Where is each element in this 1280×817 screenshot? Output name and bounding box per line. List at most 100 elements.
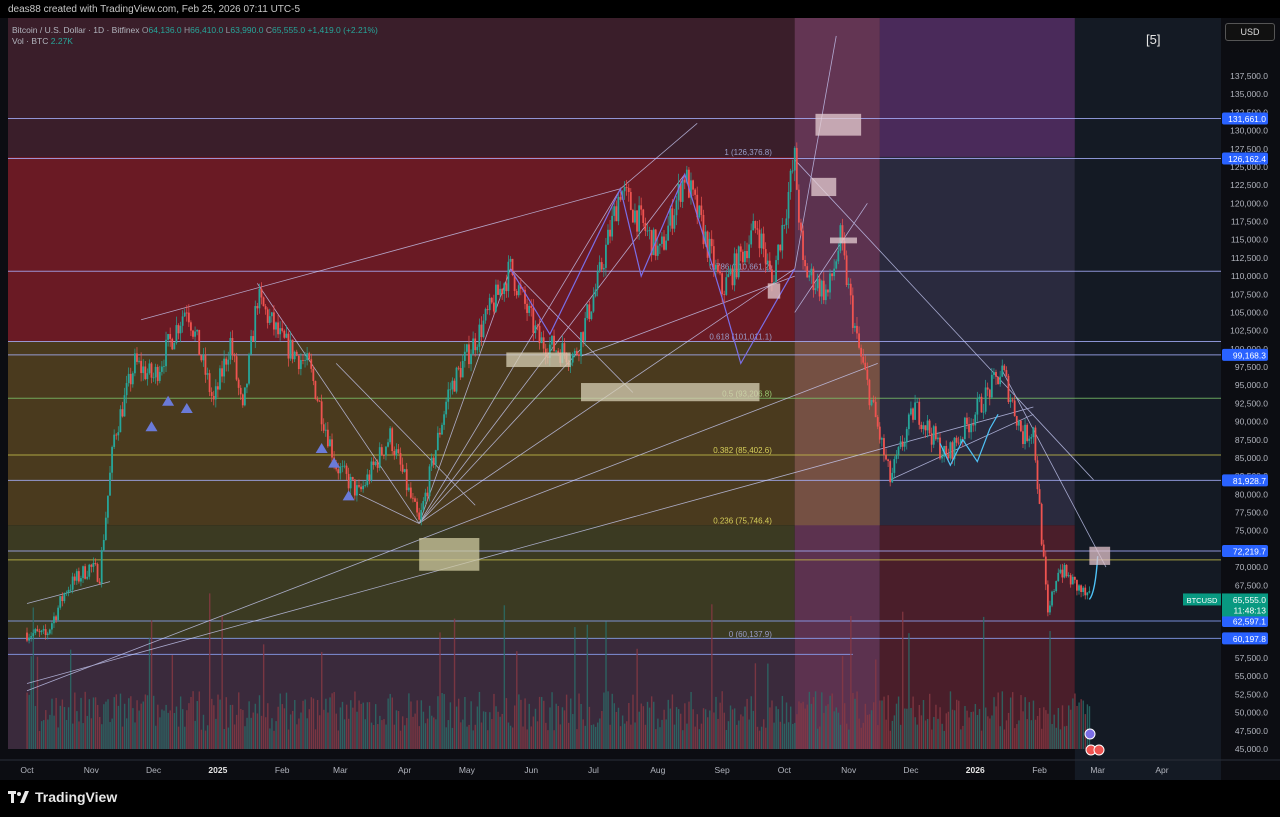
candle-body xyxy=(986,387,989,390)
candle-body xyxy=(44,629,47,635)
candle-body xyxy=(107,495,109,518)
volume-bar xyxy=(931,729,933,749)
candle-body xyxy=(750,230,753,245)
volume-bar xyxy=(204,730,207,749)
candle-body xyxy=(131,373,134,385)
volume-bar xyxy=(752,710,755,749)
candle-body xyxy=(930,433,933,445)
candle xyxy=(1036,455,1039,494)
volume-bar xyxy=(767,663,769,749)
candle-body xyxy=(123,395,126,417)
volume-bar xyxy=(269,728,271,749)
time-tick: Mar xyxy=(333,765,348,775)
volume-bar xyxy=(864,703,867,749)
volume-bar xyxy=(453,618,456,749)
candle-body xyxy=(285,333,288,338)
volume-bar xyxy=(167,712,169,749)
candle-body xyxy=(30,636,33,638)
candle-body xyxy=(866,369,869,380)
volume-bar xyxy=(182,709,184,749)
volume-bar xyxy=(682,730,684,749)
volume-bar xyxy=(634,722,636,749)
volume-bar xyxy=(673,724,676,749)
volume-bar xyxy=(551,692,553,749)
volume-bar xyxy=(997,692,999,749)
price-chart[interactable]: 1 (126,376.8)0.786 (110,661.2)0.618 (101… xyxy=(0,18,1280,780)
price-tick: 107,500.0 xyxy=(1230,289,1268,299)
volume-bar xyxy=(36,656,39,749)
candle-body xyxy=(389,428,392,443)
candle-body xyxy=(59,596,62,608)
candle-body xyxy=(439,432,441,435)
volume-bar xyxy=(715,696,717,749)
volume-bar xyxy=(325,698,327,749)
currency-button[interactable]: USD xyxy=(1225,23,1275,41)
time-tick: Oct xyxy=(20,765,34,775)
current-symbol: BTCUSD xyxy=(1187,596,1218,605)
candle-body xyxy=(486,309,489,311)
price-tick: 52,500.0 xyxy=(1235,689,1268,699)
candle-body xyxy=(237,379,240,388)
candle-body xyxy=(833,268,836,277)
volume-bar xyxy=(1086,704,1089,749)
volume-bar xyxy=(626,721,628,749)
candle-body xyxy=(598,262,601,272)
candle-body xyxy=(862,356,865,363)
candle-body xyxy=(387,442,389,447)
volume-bar xyxy=(90,718,93,749)
candle-body xyxy=(476,346,479,351)
volume-bar xyxy=(688,701,690,749)
chart-area[interactable]: 1 (126,376.8) 0.786 (110,661.2) 0.618 (101… xyxy=(0,18,1280,780)
volume-bar xyxy=(262,644,265,749)
candle-body xyxy=(34,629,37,634)
candle-body xyxy=(602,267,605,270)
volume-bar xyxy=(128,698,130,749)
volume-bar xyxy=(219,699,221,749)
volume-bar xyxy=(580,703,582,749)
candle-body xyxy=(306,353,309,361)
candle-body xyxy=(779,244,782,251)
candle-body xyxy=(642,209,645,224)
candle-body xyxy=(434,450,437,465)
volume-bar xyxy=(206,725,209,749)
candle-body xyxy=(337,469,340,474)
price-tick: 97,500.0 xyxy=(1235,362,1268,372)
volume-bar xyxy=(426,718,429,749)
candle-body xyxy=(625,187,628,188)
candle-body xyxy=(241,394,244,406)
volume-bar xyxy=(628,702,630,749)
volume-bar xyxy=(374,704,377,749)
volume-bar xyxy=(623,723,626,749)
volume-bar xyxy=(101,724,103,749)
volume-bar xyxy=(76,711,78,749)
price-tick: 80,000.0 xyxy=(1235,489,1268,499)
price-tick: 75,000.0 xyxy=(1235,526,1268,536)
volume-bar xyxy=(943,730,945,749)
volume-bar xyxy=(327,712,329,749)
candle-body xyxy=(248,354,250,384)
volume-bar xyxy=(771,700,773,749)
volume-bar xyxy=(107,699,109,749)
volume-bar xyxy=(1076,705,1078,749)
volume-bar xyxy=(26,692,28,749)
candle-body xyxy=(781,225,784,251)
volume-bar xyxy=(532,716,535,749)
volume-bar xyxy=(422,711,425,749)
volume-bar xyxy=(1032,700,1035,749)
candle-body xyxy=(773,282,775,283)
volume-bar xyxy=(594,726,597,749)
candle-body xyxy=(50,623,53,630)
volume-bar xyxy=(736,724,738,749)
volume-bar xyxy=(680,713,682,749)
candle xyxy=(1055,580,1058,593)
volume-bar xyxy=(1003,729,1006,749)
olive-zone-lower xyxy=(8,525,795,639)
candle-body xyxy=(229,337,232,360)
candle-body xyxy=(216,386,219,390)
volume-bar xyxy=(1053,714,1055,749)
volume-bar xyxy=(144,694,147,749)
author-credit: deas88 created with TradingView.com, Feb… xyxy=(8,4,301,15)
volume-bar xyxy=(418,726,420,749)
volume-bar xyxy=(860,727,862,749)
box-oct xyxy=(811,177,837,197)
